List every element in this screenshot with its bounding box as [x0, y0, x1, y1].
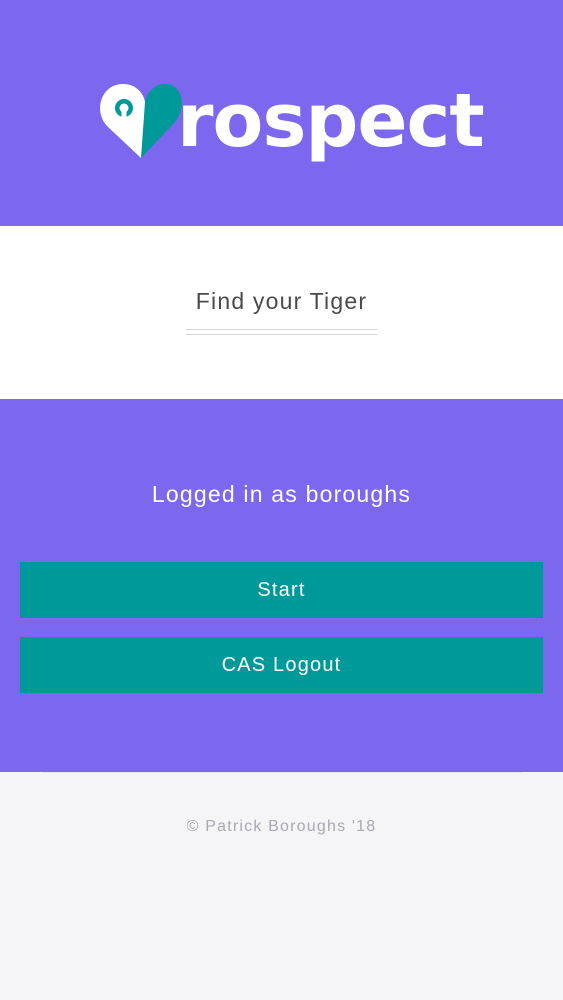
session-panel: Logged in as boroughs Start CAS Logout	[0, 399, 563, 772]
page-tagline: Find your Tiger	[195, 288, 368, 314]
brand-logo[interactable]: rospect	[97, 78, 485, 164]
footer-divider	[42, 772, 522, 773]
logo-wordmark: rospect	[177, 78, 485, 164]
tagline-underline	[186, 329, 377, 335]
hero-band: Find your Tiger	[0, 226, 563, 399]
cas-logout-button[interactable]: CAS Logout	[20, 637, 543, 693]
heart-pin-icon	[100, 84, 182, 158]
header: rospect	[0, 0, 563, 226]
footer-copyright: © Patrick Boroughs '18	[186, 818, 377, 835]
start-button[interactable]: Start	[20, 562, 543, 618]
login-status-text: Logged in as boroughs	[151, 481, 412, 507]
